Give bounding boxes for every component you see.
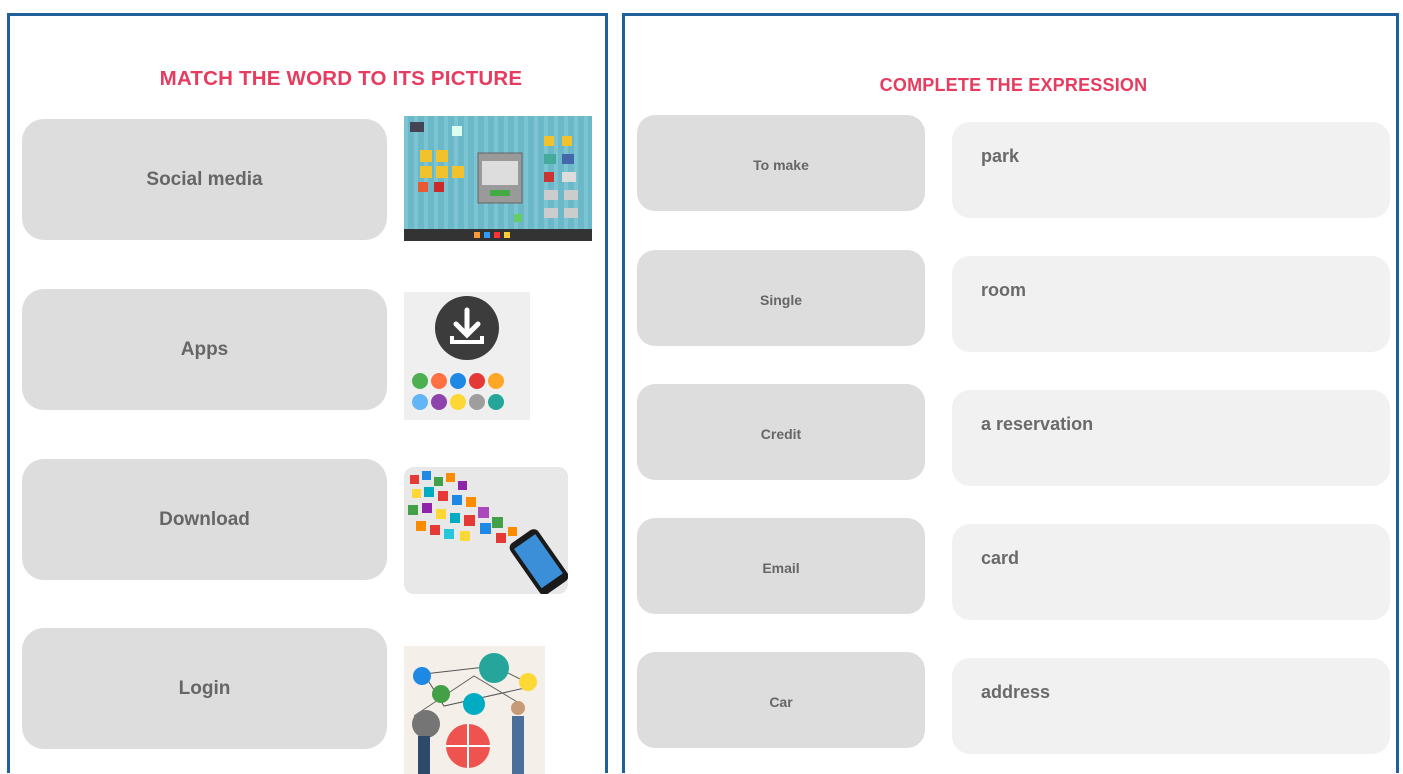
word-card-apps[interactable]: Apps xyxy=(22,289,387,410)
expression-left-car[interactable]: Car xyxy=(637,652,925,748)
expression-right-address[interactable]: address xyxy=(952,658,1390,754)
complete-expression-panel: COMPLETE THE EXPRESSION To make park Sin… xyxy=(622,13,1399,773)
download-apps-picture[interactable] xyxy=(404,292,530,420)
word-card-social-media[interactable]: Social media xyxy=(22,119,387,240)
desktop-windows-picture[interactable] xyxy=(404,116,592,241)
word-card-download[interactable]: Download xyxy=(22,459,387,580)
expression-left-single[interactable]: Single xyxy=(637,250,925,346)
expression-right-park[interactable]: park xyxy=(952,122,1390,218)
expression-right-a-reservation[interactable]: a reservation xyxy=(952,390,1390,486)
expression-title: COMPLETE THE EXPRESSION xyxy=(879,75,1148,95)
expression-right-room[interactable]: room xyxy=(952,256,1390,352)
expression-left-to-make[interactable]: To make xyxy=(637,115,925,211)
expression-right-card[interactable]: card xyxy=(952,524,1390,620)
expression-left-email[interactable]: Email xyxy=(637,518,925,614)
match-title: MATCH THE WORD TO ITS PICTURE xyxy=(159,67,523,90)
people-network-picture[interactable] xyxy=(404,646,545,774)
match-word-panel: MATCH THE WORD TO ITS PICTURE Social med… xyxy=(7,13,608,774)
word-card-login[interactable]: Login xyxy=(22,628,387,749)
expression-left-credit[interactable]: Credit xyxy=(637,384,925,480)
phone-apps-burst-picture[interactable] xyxy=(404,467,568,594)
